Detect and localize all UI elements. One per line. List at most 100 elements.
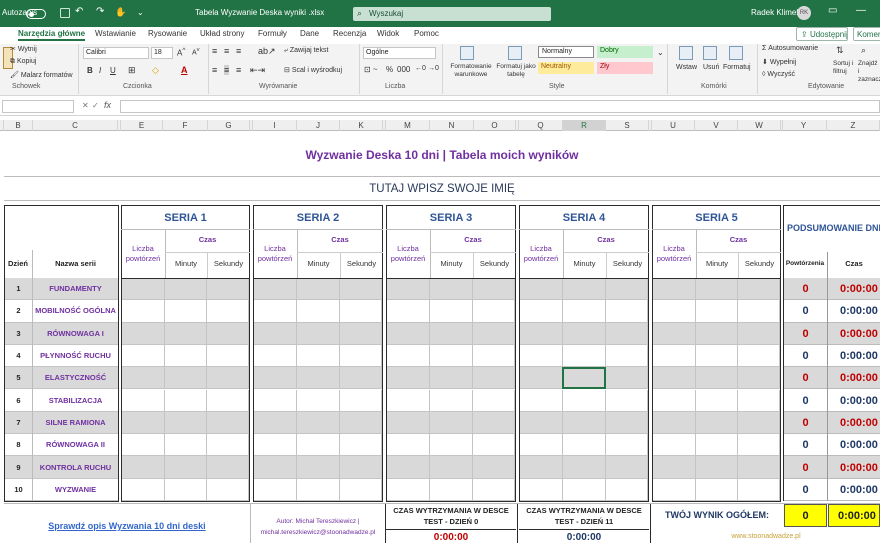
wrap-text-button[interactable]: ⤶ Zawijaj tekst bbox=[284, 47, 328, 55]
input-cell[interactable] bbox=[297, 456, 340, 479]
input-cell[interactable] bbox=[340, 434, 382, 457]
input-cell[interactable] bbox=[254, 389, 297, 412]
input-cell[interactable] bbox=[297, 344, 340, 368]
input-cell[interactable] bbox=[473, 478, 515, 501]
input-cell[interactable] bbox=[520, 322, 563, 345]
input-cell[interactable] bbox=[520, 300, 563, 323]
input-cell[interactable] bbox=[254, 344, 297, 368]
styles-more-icon[interactable]: ⌄ bbox=[657, 48, 664, 57]
input-cell[interactable] bbox=[254, 367, 297, 390]
column-header-j[interactable]: J bbox=[297, 120, 340, 131]
save-icon[interactable] bbox=[60, 8, 70, 18]
input-cell[interactable] bbox=[122, 300, 165, 323]
align-center-icon[interactable]: ≡ bbox=[224, 65, 230, 75]
input-cell[interactable] bbox=[297, 434, 340, 457]
delete-cells-button[interactable]: Usuń bbox=[703, 64, 719, 71]
input-cell[interactable] bbox=[738, 411, 780, 435]
input-cell[interactable] bbox=[738, 300, 780, 323]
customize-toolbar-icon[interactable]: ⌄ bbox=[137, 8, 144, 17]
style-bad[interactable]: Zły bbox=[597, 62, 653, 74]
input-cell[interactable] bbox=[520, 278, 563, 301]
input-cell[interactable] bbox=[207, 411, 249, 435]
input-cell[interactable] bbox=[122, 389, 165, 412]
sort-filter-icon[interactable]: ⇅ bbox=[836, 45, 844, 56]
input-cell[interactable] bbox=[520, 478, 563, 501]
input-cell[interactable] bbox=[387, 389, 430, 412]
input-cell[interactable] bbox=[165, 411, 207, 435]
input-cell[interactable] bbox=[563, 389, 606, 412]
input-cell[interactable] bbox=[738, 278, 780, 301]
increase-decimal-icon[interactable]: ←0 bbox=[415, 65, 426, 72]
input-cell[interactable] bbox=[122, 367, 165, 390]
format-table-icon[interactable] bbox=[508, 46, 522, 60]
input-cell[interactable] bbox=[387, 344, 430, 368]
input-cell[interactable] bbox=[696, 434, 738, 457]
input-cell[interactable] bbox=[430, 344, 473, 368]
input-cell[interactable] bbox=[563, 434, 606, 457]
input-cell[interactable] bbox=[473, 411, 515, 435]
input-cell[interactable] bbox=[563, 322, 606, 345]
input-cell[interactable] bbox=[653, 389, 696, 412]
input-cell[interactable] bbox=[297, 300, 340, 323]
input-cell[interactable] bbox=[606, 389, 648, 412]
input-cell[interactable] bbox=[520, 456, 563, 479]
ribbon-display-icon[interactable]: ▭ bbox=[828, 5, 837, 16]
column-header-f[interactable]: F bbox=[163, 120, 208, 131]
input-cell[interactable] bbox=[738, 344, 780, 368]
italic-button[interactable]: I bbox=[99, 66, 101, 75]
input-cell[interactable] bbox=[473, 322, 515, 345]
tab-home[interactable]: Narzędzia główne bbox=[18, 29, 86, 41]
redo-icon[interactable]: ↷ bbox=[96, 6, 104, 17]
input-cell[interactable] bbox=[520, 434, 563, 457]
bold-button[interactable]: B bbox=[87, 66, 93, 75]
align-middle-icon[interactable]: ≡ bbox=[224, 46, 229, 56]
cut-button[interactable]: ✂ Wytnij bbox=[10, 45, 37, 53]
input-cell[interactable] bbox=[606, 411, 648, 435]
avatar[interactable]: RK bbox=[797, 6, 811, 20]
input-cell[interactable] bbox=[207, 278, 249, 301]
fill-button[interactable]: ⬇ Wypełnij bbox=[762, 58, 796, 66]
column-header-s[interactable]: S bbox=[606, 120, 649, 131]
fill-color-icon[interactable]: ◇ bbox=[152, 65, 159, 76]
input-cell[interactable] bbox=[122, 434, 165, 457]
indent-icon[interactable]: ⇤⇥ bbox=[250, 65, 265, 76]
description-link[interactable]: Sprawdź opis Wyzwania 10 dni deski bbox=[4, 515, 250, 537]
insert-cells-icon[interactable] bbox=[679, 46, 693, 60]
input-cell[interactable] bbox=[254, 478, 297, 501]
input-cell[interactable] bbox=[340, 411, 382, 435]
input-cell[interactable] bbox=[165, 300, 207, 323]
input-cell[interactable] bbox=[606, 322, 648, 345]
column-header-y[interactable]: Y bbox=[781, 120, 827, 131]
comments-button[interactable]: Komentarze bbox=[853, 27, 880, 41]
style-normal[interactable]: Normalny bbox=[538, 46, 594, 58]
input-cell[interactable] bbox=[430, 300, 473, 323]
input-cell[interactable] bbox=[207, 300, 249, 323]
enter-icon[interactable]: ✓ bbox=[92, 101, 99, 110]
input-cell[interactable] bbox=[165, 456, 207, 479]
borders-icon[interactable]: ⊞ bbox=[128, 65, 136, 76]
input-cell[interactable] bbox=[696, 389, 738, 412]
input-cell[interactable] bbox=[297, 278, 340, 301]
function-icon[interactable]: fx bbox=[104, 100, 111, 110]
font-name-select[interactable]: Calibri bbox=[83, 47, 149, 59]
input-cell[interactable] bbox=[430, 411, 473, 435]
sort-filter-button[interactable]: Sortuj i filtruj bbox=[833, 60, 855, 76]
input-cell[interactable] bbox=[563, 456, 606, 479]
column-header-k[interactable]: K bbox=[340, 120, 383, 131]
input-cell[interactable] bbox=[473, 367, 515, 390]
input-cell[interactable] bbox=[430, 478, 473, 501]
input-cell[interactable] bbox=[340, 367, 382, 390]
input-cell[interactable] bbox=[387, 411, 430, 435]
style-neutral[interactable]: Neutralny bbox=[538, 62, 594, 74]
input-cell[interactable] bbox=[165, 322, 207, 345]
input-cell[interactable] bbox=[340, 300, 382, 323]
conditional-format-button[interactable]: Formatowanie warunkowe bbox=[447, 63, 495, 79]
column-header-o[interactable]: O bbox=[474, 120, 516, 131]
input-cell[interactable] bbox=[563, 478, 606, 501]
column-header-w[interactable]: W bbox=[738, 120, 781, 131]
column-header-n[interactable]: N bbox=[430, 120, 474, 131]
align-right-icon[interactable]: ≡ bbox=[236, 65, 241, 75]
input-cell[interactable] bbox=[738, 322, 780, 345]
input-cell[interactable] bbox=[738, 478, 780, 501]
input-cell[interactable] bbox=[563, 300, 606, 323]
